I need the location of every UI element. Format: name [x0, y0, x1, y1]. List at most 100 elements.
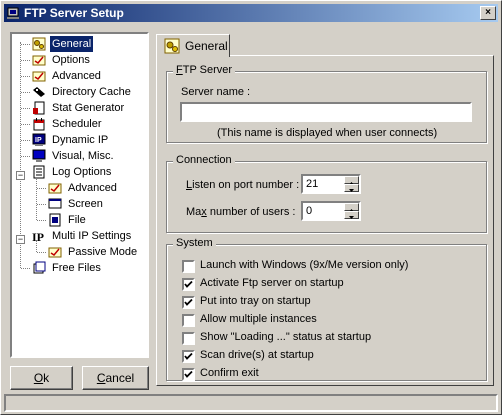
system-group: System Launch with Windows (9x/Me versio…: [166, 237, 487, 381]
tree-connector: [21, 268, 30, 269]
ok-label: Ok: [33, 371, 50, 385]
tree-connector: [21, 76, 30, 77]
checkbox-label[interactable]: Scan drive(s) at startup: [200, 349, 314, 361]
checkbox-label[interactable]: Allow multiple instances: [200, 313, 317, 325]
dialog-window: FTP Server Setup × − − General Options Adv…: [0, 0, 502, 415]
port-up-button[interactable]: [344, 176, 359, 185]
checkbox-1[interactable]: [182, 278, 195, 291]
tree-item-label: Visual, Misc.: [52, 150, 114, 162]
checkbox-2[interactable]: [182, 296, 195, 309]
tree-connector: [21, 108, 30, 109]
checkbox-label[interactable]: Activate Ftp server on startup: [200, 277, 344, 289]
tree-connector: [37, 252, 46, 253]
log-icon: [33, 165, 45, 179]
tree-item-label: Advanced: [52, 70, 101, 82]
svg-text:IP: IP: [32, 230, 44, 243]
collapse-log-options[interactable]: −: [16, 171, 25, 180]
tree-connector: [37, 220, 46, 221]
checkbox-label[interactable]: Put into tray on startup: [200, 295, 311, 307]
tree-item-label: Multi IP Settings: [52, 230, 132, 242]
monitor-icon: [32, 149, 46, 162]
tree-item-label: Advanced: [68, 182, 117, 194]
status-bar: [4, 394, 498, 412]
tree-connector: [21, 60, 30, 61]
tab-label: General: [185, 39, 228, 53]
tree-item-label: File: [68, 214, 86, 226]
multi-ip-icon: IP: [32, 230, 44, 243]
checkbox-label[interactable]: Show "Loading ..." status at startup: [200, 331, 371, 343]
checkbox-label[interactable]: Launch with Windows (9x/Me version only): [200, 259, 408, 271]
checkbox-5[interactable]: [182, 350, 195, 363]
cancel-label: Cancel: [96, 371, 135, 385]
window-title: FTP Server Setup: [24, 6, 124, 20]
ftp-server-title: FTP Server: [173, 64, 236, 76]
server-name-hint: (This name is displayed when user connec…: [217, 127, 438, 139]
tab-general[interactable]: General: [156, 34, 230, 57]
checkbox-6[interactable]: [182, 368, 195, 381]
tree-item-label: Directory Cache: [52, 86, 131, 98]
ok-button[interactable]: Ok: [10, 366, 73, 390]
tree-item-label: Screen: [68, 198, 103, 210]
checkmark-icon: [184, 370, 193, 378]
tab-page: FTP Server Server name : (This name is d…: [156, 55, 494, 386]
passive-icon: [48, 247, 62, 258]
screen-icon: [48, 198, 62, 209]
port-label: Listen on port number :: [186, 179, 300, 191]
port-value: 21: [306, 178, 319, 190]
tree-item-label: Log Options: [52, 166, 112, 178]
ip-icon: IP: [32, 133, 46, 146]
collapse-multi-ip[interactable]: −: [16, 235, 25, 244]
options-icon: [32, 55, 46, 66]
max-users-up-button[interactable]: [344, 203, 359, 212]
tree-line: [36, 176, 37, 220]
tree-connector: [37, 204, 46, 205]
tree-item-label: Passive Mode: [68, 246, 138, 258]
max-users-label: Max number of users :: [186, 206, 296, 218]
server-name-label: Server name :: [181, 86, 251, 98]
tree-connector: [21, 44, 30, 45]
svg-text:IP: IP: [35, 137, 42, 144]
advanced-icon: [32, 71, 46, 82]
tree-item-label: Free Files: [52, 262, 101, 274]
stats-icon: [33, 101, 45, 115]
arrow-down-icon: [349, 216, 354, 219]
max-users-stepper[interactable]: 0: [301, 201, 361, 221]
arrow-down-icon: [349, 189, 354, 192]
free-files-icon: [33, 261, 46, 274]
checkmark-icon: [184, 352, 193, 360]
tree-item-label: Options: [52, 54, 90, 66]
close-icon: ×: [485, 7, 491, 18]
server-name-input[interactable]: [180, 102, 472, 122]
tree-connector: [21, 156, 30, 157]
checkbox-0[interactable]: [182, 260, 195, 273]
tree-item-label: General: [48, 35, 95, 53]
app-icon: [7, 7, 19, 19]
max-users-down-button[interactable]: [344, 211, 359, 219]
title-bar[interactable]: FTP Server Setup ×: [4, 4, 498, 22]
tree-item-label: Scheduler: [52, 118, 102, 130]
tree-connector: [21, 124, 30, 125]
tree-connector: [21, 92, 30, 93]
file-icon: [49, 213, 61, 227]
checkbox-4[interactable]: [182, 332, 195, 345]
cancel-button[interactable]: Cancel: [82, 366, 149, 390]
cache-icon: [33, 87, 45, 97]
scheduler-icon: [33, 118, 45, 131]
settings-tree[interactable]: − − General Options Advanced Directory Cach…: [10, 32, 149, 358]
system-title: System: [173, 237, 216, 249]
gear-icon: [32, 37, 46, 51]
tree-item-label: Stat Generator: [52, 102, 125, 114]
checkmark-icon: [184, 280, 193, 288]
connection-title: Connection: [173, 154, 235, 166]
ftp-server-group: FTP Server Server name : (This name is d…: [166, 64, 487, 143]
tree-item-label: Dynamic IP: [52, 134, 109, 146]
checkmark-icon: [184, 298, 193, 306]
close-button[interactable]: ×: [480, 6, 496, 20]
checkbox-3[interactable]: [182, 314, 195, 327]
gear-icon: [164, 38, 180, 54]
port-down-button[interactable]: [344, 184, 359, 192]
port-stepper[interactable]: 21: [301, 174, 361, 194]
connection-group: Connection Listen on port number : 21 Ma…: [166, 154, 487, 233]
tree-connector: [37, 188, 46, 189]
checkbox-label[interactable]: Confirm exit: [200, 367, 259, 379]
